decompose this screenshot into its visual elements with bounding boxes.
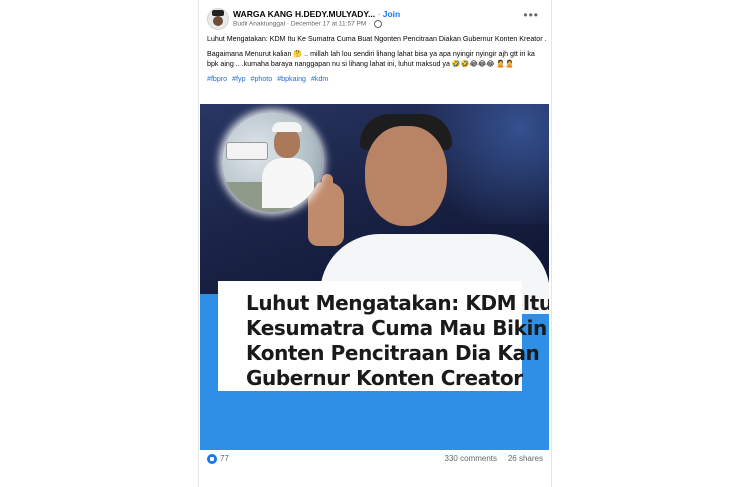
inset-photo-circle (222, 112, 322, 212)
hashtag-link[interactable]: #kdm (311, 75, 328, 83)
post-image[interactable]: Luhut Mengatakan: KDM Itu Kesumatra Cuma… (200, 104, 549, 450)
image-caption-box: Luhut Mengatakan: KDM Itu Kesumatra Cuma… (218, 281, 549, 391)
separator-dot: · (377, 9, 381, 19)
post-text-line-1: Luhut Mengatakan: KDM Itu Ke Sumatra Cum… (207, 35, 547, 43)
author-name-link[interactable]: Budii Anaktunggal (233, 21, 285, 28)
globe-icon (374, 20, 383, 28)
hashtag-link[interactable]: #fyp (232, 75, 245, 83)
caption-line: Luhut Mengatakan: KDM Itu (246, 291, 549, 315)
more-options-icon[interactable]: ••• (523, 8, 539, 22)
caption-line: Gubernur Konten Creator (246, 366, 523, 390)
image-caption-text: Luhut Mengatakan: KDM Itu Kesumatra Cuma… (246, 291, 549, 391)
caption-line: Konten Pencitraan Dia Kan (246, 341, 540, 365)
group-line: WARGA KANG H.DEDY.MULYADY... · Join (233, 9, 400, 19)
comments-count-link[interactable]: 330 comments (445, 454, 497, 463)
meta-separator-2: · (368, 20, 371, 28)
post-text: Luhut Mengatakan: KDM Itu Ke Sumatra Cum… (207, 34, 547, 84)
post-timestamp-link[interactable]: December 17 at 11:57 PM (291, 21, 366, 28)
inset-person-face (274, 128, 300, 158)
facebook-post-card: WARGA KANG H.DEDY.MULYADY... · Join Budi… (198, 0, 552, 487)
hashtag-link[interactable]: #bpkaing (277, 75, 306, 83)
meta-separator: · (286, 20, 290, 28)
inset-person-body (262, 158, 314, 208)
caption-line: Kesumatra Cuma Mau Bikin (246, 316, 547, 340)
person-head-shape (365, 126, 447, 226)
hashtag-link[interactable]: #photo (251, 75, 273, 83)
post-meta: Budii Anaktunggal · December 17 at 11:57… (233, 20, 383, 28)
post-header: WARGA KANG H.DEDY.MULYADY... · Join Budi… (207, 8, 543, 32)
inset-person-headband (272, 122, 302, 132)
post-footer: 77 330 comments 26 shares (207, 452, 543, 468)
inset-plane-shape (226, 142, 268, 160)
group-avatar[interactable] (207, 8, 229, 30)
hashtag-list: #fbpro #fyp #photo #bpkaing #kdm (207, 74, 547, 84)
reaction-count[interactable]: 77 (220, 454, 229, 463)
join-button[interactable]: Join (383, 9, 400, 19)
group-name-link[interactable]: WARGA KANG H.DEDY.MULYADY... (233, 9, 375, 19)
shares-count-link[interactable]: 26 shares (508, 454, 543, 463)
hashtag-link[interactable]: #fbpro (207, 75, 227, 83)
like-reaction-icon[interactable] (207, 454, 217, 464)
post-text-line-2: Bagaimana Menurut kalian 🤔 .. millah lah… (207, 50, 535, 68)
avatar-face-shape (213, 16, 223, 26)
